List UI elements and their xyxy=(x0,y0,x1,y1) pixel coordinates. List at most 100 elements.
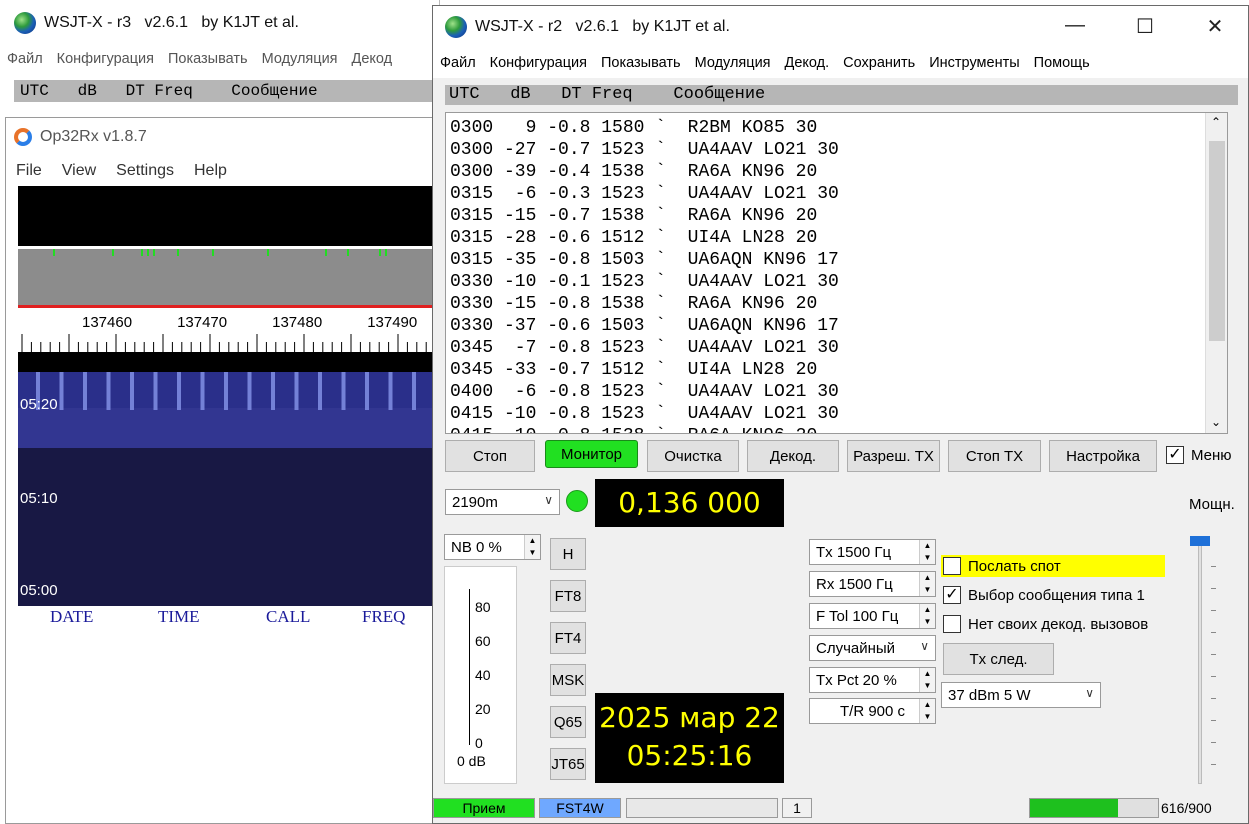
mode-ft4-button[interactable]: FT4 xyxy=(550,622,586,654)
mode-msk-button[interactable]: MSK xyxy=(550,664,586,696)
op32-menu-help[interactable]: Help xyxy=(184,162,237,180)
decode-button[interactable]: Декод. xyxy=(747,440,839,472)
menu-decode[interactable]: Декод. xyxy=(778,55,837,71)
op32-title: Op32Rx v1.8.7 xyxy=(40,128,147,145)
menu-mode[interactable]: Модуляция xyxy=(688,55,778,71)
r3-title: WSJT-X - r3 v2.6.1 by K1JT et al. xyxy=(44,14,299,31)
enable-tx-button[interactable]: Разреш. TX xyxy=(847,440,940,472)
tune-button[interactable]: Настройка xyxy=(1049,440,1157,472)
msg-type1-checkbox[interactable]: ✓ xyxy=(943,586,961,604)
send-spot-checkbox[interactable] xyxy=(943,557,961,575)
no-own-calls-label: Нет своих декод. вызовов xyxy=(968,616,1149,633)
op32-col-time[interactable]: TIME xyxy=(158,607,266,627)
decode-row[interactable]: 0315 -28 -0.6 1512 ` UI4A LN28 20 xyxy=(446,227,1227,249)
decode-row[interactable]: 0415 -10 -0.8 1523 ` UA4AAV LO21 30 xyxy=(446,403,1227,425)
menus-label: Меню xyxy=(1191,447,1232,464)
close-icon[interactable]: ✕ xyxy=(1195,14,1235,39)
scroll-up-icon[interactable]: ⌃ xyxy=(1211,115,1221,129)
nb-spinner[interactable]: NB 0 % ▲ ▼ xyxy=(444,534,541,560)
r3-menu-config[interactable]: Конфигурация xyxy=(50,51,161,67)
decode-row[interactable]: 0330 -15 -0.8 1538 ` RA6A KN96 20 xyxy=(446,293,1227,315)
op32rx-window: Op32Rx v1.8.7 File View Settings Help 13… xyxy=(5,117,436,824)
status-led-icon xyxy=(566,490,588,512)
op32-menu-view[interactable]: View xyxy=(52,162,106,180)
r3-menu-decode[interactable]: Декод xyxy=(345,51,400,67)
spinner-arrows-icon[interactable]: ▲ ▼ xyxy=(524,535,540,559)
menu-file[interactable]: Файл xyxy=(433,55,483,71)
ftol-spinner[interactable]: F Tol 100 Гц ▲ ▼ xyxy=(809,603,936,629)
power-slider-handle[interactable] xyxy=(1190,536,1210,546)
op32-time-mark: 05:20 xyxy=(20,396,58,413)
decode-row[interactable]: 0330 -37 -0.6 1503 ` UA6AQN KN96 17 xyxy=(446,315,1227,337)
maximize-icon[interactable]: ☐ xyxy=(1125,14,1165,39)
rx-freq-spinner[interactable]: Rx 1500 Гц ▲ ▼ xyxy=(809,571,936,597)
power-slider-track[interactable] xyxy=(1198,536,1202,784)
decode-row[interactable]: 0345 -33 -0.7 1512 ` UI4A LN28 20 xyxy=(446,359,1227,381)
op32-col-call[interactable]: CALL xyxy=(266,607,362,627)
tx-next-button[interactable]: Tx след. xyxy=(943,643,1054,675)
stop-button[interactable]: Стоп xyxy=(445,440,535,472)
tr-progress-fill xyxy=(1030,799,1118,817)
op32-col-freq[interactable]: FREQ xyxy=(362,607,442,627)
meter-tick: 40 xyxy=(475,667,491,683)
r3-menu-mode[interactable]: Модуляция xyxy=(255,51,345,67)
tr-period-spinner[interactable]: T/R 900 с ▲ ▼ xyxy=(809,698,936,724)
mode-q65-button[interactable]: Q65 xyxy=(550,706,586,738)
send-spot-label: Послать спот xyxy=(968,558,1061,575)
decode-row[interactable]: 0330 -10 -0.1 1523 ` UA4AAV LO21 30 xyxy=(446,271,1227,293)
minimize-icon[interactable]: — xyxy=(1055,14,1095,37)
spinner-arrows-icon[interactable]: ▲ ▼ xyxy=(919,540,935,564)
menu-help[interactable]: Помощь xyxy=(1027,55,1097,71)
decode-row[interactable]: 0300 -39 -0.4 1538 ` RA6A KN96 20 xyxy=(446,161,1227,183)
rx-freq-value: Rx 1500 Гц xyxy=(816,575,893,593)
ftol-value: F Tol 100 Гц xyxy=(816,607,899,625)
scroll-down-icon[interactable]: ⌄ xyxy=(1211,415,1221,429)
no-own-calls-checkbox[interactable] xyxy=(943,615,961,633)
tx-pct-spinner[interactable]: Tx Pct 20 % ▲ ▼ xyxy=(809,667,936,693)
decode-row[interactable]: 0300 -27 -0.7 1523 ` UA4AAV LO21 30 xyxy=(446,139,1227,161)
op32-col-date[interactable]: DATE xyxy=(50,607,158,627)
clear-button[interactable]: Очистка xyxy=(647,440,739,472)
monitor-button[interactable]: Монитор xyxy=(545,440,638,468)
decode-row[interactable]: 0400 -6 -0.8 1523 ` UA4AAV LO21 30 xyxy=(446,381,1227,403)
menu-configuration[interactable]: Конфигурация xyxy=(483,55,594,71)
menu-save[interactable]: Сохранить xyxy=(836,55,922,71)
spinner-arrows-icon[interactable]: ▲ ▼ xyxy=(919,699,935,723)
r3-menu-view[interactable]: Показывать xyxy=(161,51,255,67)
decode-scrollbar[interactable]: ⌃ ⌄ xyxy=(1205,113,1227,433)
decode-row[interactable]: 0415 -10 -0.8 1538 ` RA6A KN96 20 xyxy=(446,425,1227,433)
spinner-arrows-icon[interactable]: ▲ ▼ xyxy=(919,604,935,628)
stop-tx-button[interactable]: Стоп TX xyxy=(948,440,1041,472)
dial-frequency-display[interactable]: 0,136 000 xyxy=(595,479,784,527)
decode-row[interactable]: 0315 -15 -0.7 1538 ` RA6A KN96 20 xyxy=(446,205,1227,227)
decode-list[interactable]: 0300 9 -0.8 1580 ` R2BM KO85 30 0300 -27 … xyxy=(445,112,1228,434)
band-select[interactable]: 2190m ∨ xyxy=(445,489,560,515)
mode-h-button[interactable]: H xyxy=(550,538,586,570)
mode-jt65-button[interactable]: JT65 xyxy=(550,748,586,780)
random-value: Случайный xyxy=(816,639,896,657)
wsjtx-r2-window: WSJT-X - r2 v2.6.1 by K1JT et al. — ☐ ✕ … xyxy=(432,5,1249,824)
decode-row[interactable]: 0315 -6 -0.3 1523 ` UA4AAV LO21 30 xyxy=(446,183,1227,205)
decode-row[interactable]: 0300 9 -0.8 1580 ` R2BM KO85 30 xyxy=(446,117,1227,139)
mode-ft8-button[interactable]: FT8 xyxy=(550,580,586,612)
spinner-arrows-icon[interactable]: ▲ ▼ xyxy=(919,668,935,692)
op32-menu-file[interactable]: File xyxy=(6,162,52,180)
random-select[interactable]: Случайный ∨ xyxy=(809,635,936,661)
r3-menu-file[interactable]: Файл xyxy=(0,51,50,67)
op32-spectrum-waterfall[interactable] xyxy=(18,186,436,606)
scroll-thumb[interactable] xyxy=(1209,141,1225,341)
power-select[interactable]: 37 dBm 5 W ∨ xyxy=(941,682,1101,708)
op32-titlebar[interactable]: Op32Rx v1.8.7 xyxy=(6,118,434,156)
r3-titlebar[interactable]: WSJT-X - r3 v2.6.1 by K1JT et al. xyxy=(0,0,439,46)
spinner-arrows-icon[interactable]: ▲ ▼ xyxy=(919,572,935,596)
menu-tools[interactable]: Инструменты xyxy=(922,55,1026,71)
datetime-display: 2025 мар 22 05:25:16 xyxy=(595,693,784,783)
op32-menu-settings[interactable]: Settings xyxy=(106,162,184,180)
menus-checkbox[interactable]: ✓ xyxy=(1166,446,1184,464)
decode-row[interactable]: 0315 -35 -0.8 1503 ` UA6AQN KN96 17 xyxy=(446,249,1227,271)
tx-freq-spinner[interactable]: Tx 1500 Гц ▲ ▼ xyxy=(809,539,936,565)
slider-tick xyxy=(1211,742,1216,743)
menu-view[interactable]: Показывать xyxy=(594,55,688,71)
chevron-down-icon: ∨ xyxy=(544,493,553,507)
decode-row[interactable]: 0345 -7 -0.8 1523 ` UA4AAV LO21 30 xyxy=(446,337,1227,359)
